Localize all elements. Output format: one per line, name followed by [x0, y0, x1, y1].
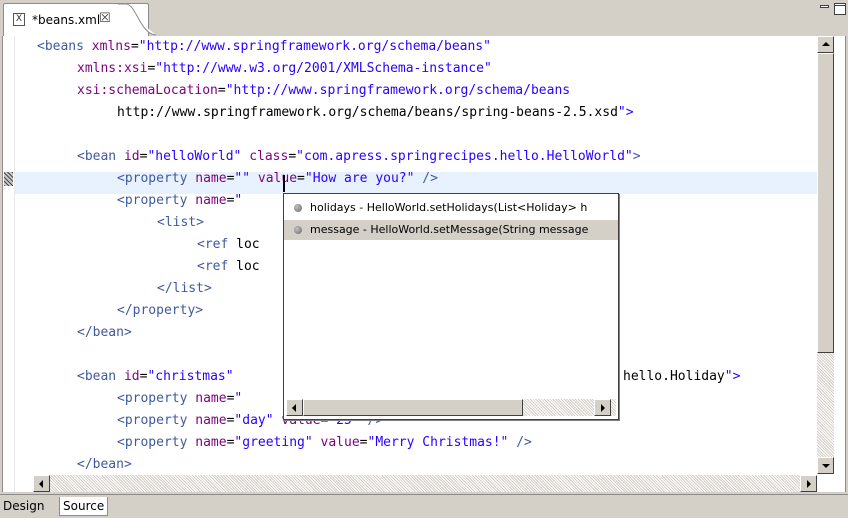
tab-title: *beans.xml — [32, 13, 101, 27]
scroll-right-button[interactable] — [800, 475, 817, 492]
scroll-right-button[interactable] — [594, 399, 611, 416]
scroll-down-button[interactable] — [817, 457, 834, 474]
property-icon — [294, 226, 302, 234]
scroll-left-button[interactable] — [286, 399, 303, 416]
code-line[interactable]: <beans xmlns="http://www.springframework… — [37, 36, 491, 58]
proposal-label: message - HelloWorld.setMessage(String m… — [310, 223, 589, 236]
current-line-marker — [4, 172, 13, 186]
proposal-horizontal-scrollbar[interactable] — [286, 399, 616, 416]
code-line[interactable]: <ref loc — [197, 234, 260, 256]
code-line[interactable]: <property name=" — [117, 388, 242, 410]
code-line[interactable]: <bean id="christmas" — [77, 366, 234, 388]
scroll-up-button[interactable] — [817, 36, 834, 53]
editor-page-tabs: Design Source — [0, 494, 848, 518]
content-assist-popup[interactable]: holidays - HelloWorld.setHolidays(List<H… — [283, 193, 619, 420]
proposal-scroll-thumb[interactable] — [303, 399, 523, 416]
code-line[interactable]: <property name="greeting" value="Merry C… — [117, 432, 532, 454]
proposal-item-holidays[interactable]: holidays - HelloWorld.setHolidays(List<H… — [284, 198, 618, 218]
code-line[interactable]: </bean> — [77, 322, 132, 344]
arrow-right-icon — [807, 480, 811, 488]
arrow-down-icon — [822, 464, 830, 468]
arrow-up-icon — [822, 42, 830, 46]
code-line[interactable]: xsi:schemaLocation="http://www.springfra… — [77, 80, 570, 102]
tab-curve — [118, 3, 157, 36]
code-line[interactable]: <property name=" — [117, 190, 242, 212]
code-line[interactable]: <list> — [157, 212, 204, 234]
code-line[interactable]: </bean> — [77, 454, 132, 476]
minimize-icon[interactable] — [820, 3, 829, 11]
xml-file-icon: X — [13, 13, 25, 26]
tab-close-icon[interactable]: ☒ — [99, 11, 111, 26]
property-icon — [294, 204, 302, 212]
code-line[interactable]: http://www.springframework.org/schema/be… — [117, 102, 634, 124]
arrow-left-icon — [39, 480, 43, 488]
proposal-label: holidays - HelloWorld.setHolidays(List<H… — [310, 201, 588, 214]
horizontal-scrollbar[interactable] — [33, 475, 817, 492]
vertical-scroll-thumb[interactable] — [817, 53, 834, 353]
editor-tab-bar: X *beans.xml ☒ — [0, 0, 848, 36]
vertical-ruler — [3, 36, 15, 492]
scroll-left-button[interactable] — [33, 475, 50, 492]
arrow-left-icon — [292, 404, 296, 412]
code-line[interactable]: </property> — [117, 300, 203, 322]
proposal-list[interactable]: holidays - HelloWorld.setHolidays(List<H… — [284, 194, 618, 399]
maximize-icon[interactable] — [834, 3, 846, 15]
code-line[interactable]: hello.Holiday"> — [623, 366, 740, 388]
code-line[interactable]: <ref loc — [197, 256, 260, 278]
proposal-item-message[interactable]: message - HelloWorld.setMessage(String m… — [284, 220, 618, 240]
tab-source[interactable]: Source — [59, 497, 109, 516]
tab-design[interactable]: Design — [0, 497, 47, 516]
code-line[interactable]: </list> — [157, 278, 212, 300]
code-line[interactable]: xmlns:xsi="http://www.w3.org/2001/XMLSch… — [77, 58, 492, 80]
text-caret — [283, 175, 285, 192]
code-line[interactable]: <property name="" value="How are you?" /… — [117, 168, 438, 190]
arrow-right-icon — [601, 404, 605, 412]
vertical-scrollbar[interactable] — [817, 36, 834, 474]
code-line[interactable]: <bean id="helloWorld" class="com.apress.… — [77, 146, 641, 168]
